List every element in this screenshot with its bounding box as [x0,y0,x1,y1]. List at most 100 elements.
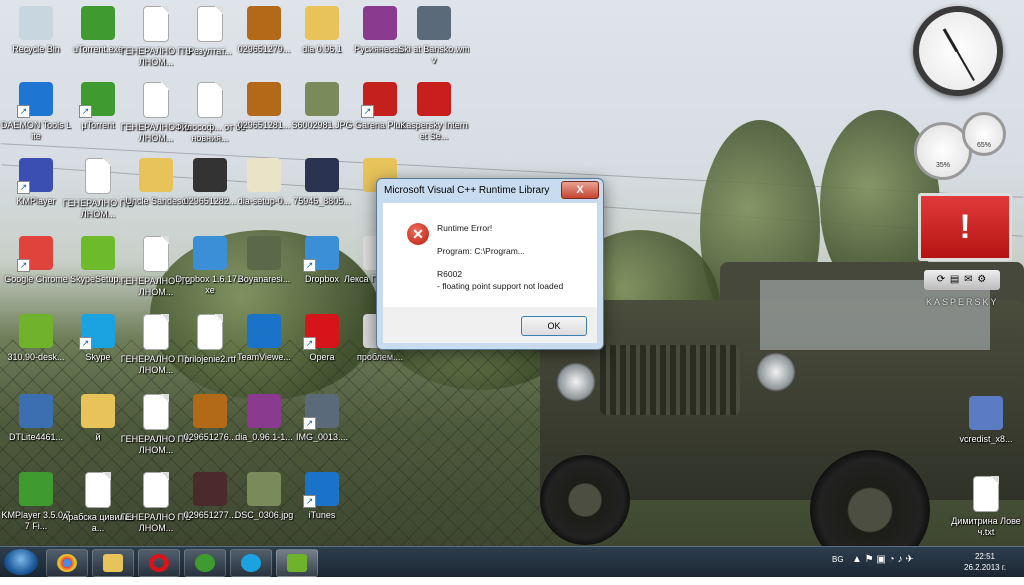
folder-icon [305,6,339,40]
nvidia-icon [19,314,53,348]
desktop-icon-label: Димитрина Ловеч.txt [951,516,1021,537]
ok-button[interactable]: OK [521,316,587,336]
start-button[interactable] [4,549,38,575]
dtlite-icon [19,394,53,428]
winrar-icon [247,394,281,428]
text-file-icon [973,476,999,512]
document-icon [197,82,223,118]
desktop-icon-kaspersky[interactable]: Kaspersky Internet Se... [398,80,470,156]
jeep-headlight [756,352,796,392]
kmplayer-icon [17,158,53,194]
language-indicator[interactable]: BG [832,555,844,585]
runtime-error-dialog[interactable]: Microsoft Visual C++ Runtime Library X ✕… [376,178,604,350]
utorrent-icon [79,82,115,118]
dialog-footer: OK [383,307,597,343]
desktop-icon-label: Ski at Bansko.wmv [398,44,470,65]
desktop-icon-label: Kaspersky Internet Se... [400,120,468,141]
video-icon [305,158,339,192]
desktop-icon-text-file[interactable]: Димитрина Ловеч.txt [950,474,1022,546]
dialog-titlebar[interactable]: Microsoft Visual C++ Runtime Library X [377,179,603,201]
flag-icon[interactable]: ▲ ⚑ ▣ ◔ ♪ ✈ [852,554,914,584]
image-icon [247,82,281,116]
memory-meter-gadget[interactable]: 65% [962,112,1006,156]
document-icon [143,314,169,350]
clock-gadget[interactable] [913,6,1003,96]
opera-icon [303,314,339,350]
teamviewer-icon [247,314,281,348]
garena-icon [361,82,397,118]
dialog-content: ✕ Runtime Error! Program: C:\Program... … [383,203,597,307]
image-icon [305,82,339,116]
document-icon [143,472,169,508]
desktop: Recycle Bin uTorrent.exe ГЕНЕРАЛНО ПЪЛНОМ.… [0,0,1024,546]
taskbar-date: 26.2.2013 г. [964,563,1006,572]
taskbar-nvidia[interactable] [276,549,318,577]
memory-percent: 65% [976,142,991,149]
image-icon [193,472,227,506]
kaspersky-icon [417,82,451,116]
cpu-percent: 35% [935,162,950,169]
jeep-headlight [556,362,596,402]
taskbar-explorer[interactable] [92,549,134,577]
taskbar-utorrent[interactable] [184,549,226,577]
chrome-icon [57,554,77,572]
document-icon [143,236,169,272]
utorrent-icon [195,554,215,572]
kaspersky-alert-gadget[interactable]: ! [918,193,1012,261]
utorrent-icon [81,6,115,40]
jeep-wheel [540,455,630,545]
recycle-bin-icon [19,6,53,40]
taskbar-clock[interactable]: 22:51 26.2.2013 г. [955,551,1015,573]
nvidia-icon [287,554,307,572]
desktop-icon-label: iTunes [308,510,336,520]
kmplayer-utorrent-icon [19,472,53,506]
image-icon [247,236,281,270]
chrome-icon [17,236,53,272]
document-icon [197,6,223,42]
folder-icon [103,554,123,572]
document-icon [85,472,111,508]
opera-icon [149,554,169,572]
desktop-icon-label: проблем.... [356,352,404,362]
daemon-tools-icon [17,82,53,118]
taskbar-time: 22:51 [974,552,996,561]
taskbar-opera[interactable] [138,549,180,577]
desktop-icon-video[interactable]: IMG_0013.... [286,392,358,468]
skype-icon [79,314,115,350]
jeep-window [760,280,990,350]
jeep-grille [600,345,740,415]
image-icon [193,158,227,192]
desktop-icon-video[interactable]: Ski at Bansko.wmv [398,4,470,80]
taskbar-skype[interactable] [230,549,272,577]
dropbox-setup-icon [193,236,227,270]
video-icon [417,6,451,40]
document-icon [143,6,169,42]
document-icon [143,394,169,430]
error-icon: ✕ [407,223,429,245]
skype-setup-icon [81,236,115,270]
desktop-icon-label: IMG_0013.... [295,432,349,442]
rtf-icon [197,314,223,350]
taskbar-chrome[interactable] [46,549,88,577]
itunes-icon [303,472,339,508]
folder-icon [139,158,173,192]
desktop-icon-vcredist[interactable]: vcredist_x8... [950,394,1022,470]
image-icon [247,6,281,40]
skype-icon [241,554,261,572]
error-program: Program: C:\Program... [437,246,525,256]
folder-icon [81,394,115,428]
taskbar: BG ▲ ⚑ ▣ ◔ ♪ ✈ 22:51 26.2.2013 г. [0,546,1024,577]
error-code: R6002 [437,269,463,279]
document-icon [85,158,111,194]
dialog-close-button[interactable]: X [561,181,599,199]
error-detail: - floating point support not loaded [437,281,564,291]
dropbox-icon [303,236,339,272]
desktop-icon-itunes[interactable]: iTunes [286,470,358,546]
winrar-icon [363,6,397,40]
kaspersky-toolbar[interactable]: ⟳ ▤ ✉ ⚙ [924,270,1000,290]
image-icon [247,472,281,506]
kaspersky-label: KASPERSKY [926,297,999,307]
alert-icon: ! [959,208,971,246]
installer-icon [247,158,281,192]
vcredist-icon [969,396,1003,430]
